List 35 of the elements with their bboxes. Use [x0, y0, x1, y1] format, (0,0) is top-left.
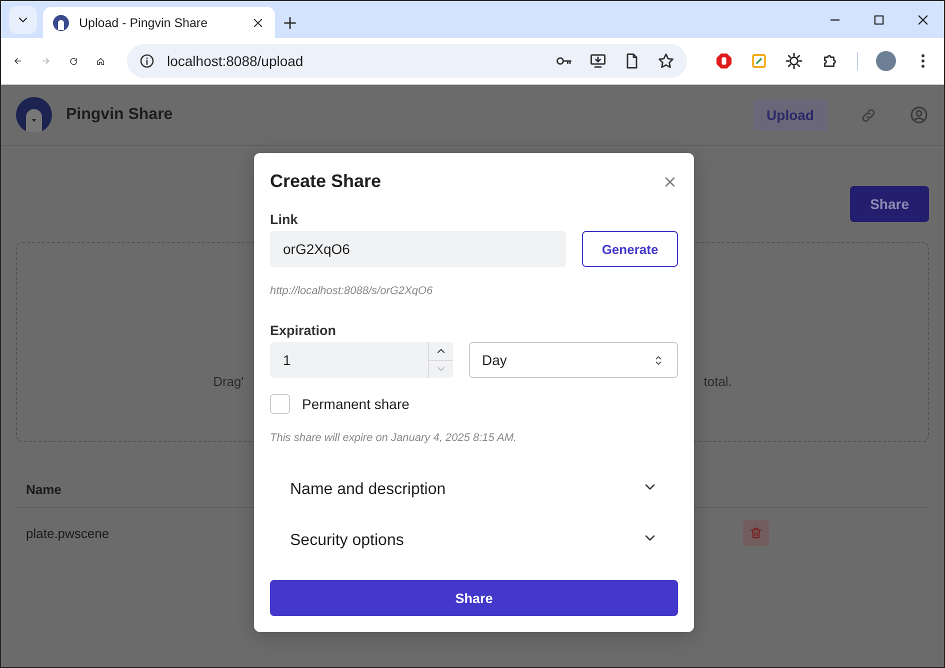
- plus-icon[interactable]: [281, 14, 299, 32]
- trash-icon: [749, 526, 763, 540]
- dialog-title: Create Share: [270, 171, 382, 192]
- expiration-number-field[interactable]: 1: [270, 342, 453, 378]
- submit-share-button[interactable]: Share: [270, 580, 678, 616]
- app-name: Pingvin Share: [66, 106, 174, 124]
- close-icon[interactable]: [916, 12, 930, 26]
- profile-avatar[interactable]: [876, 51, 896, 71]
- maximize-icon[interactable]: [872, 12, 886, 26]
- dropzone-text: Drag': [213, 374, 244, 388]
- penguin-logo: [16, 97, 52, 133]
- checkbox-label: Permanent share: [302, 396, 410, 412]
- star-icon[interactable]: [657, 52, 675, 70]
- url-text: localhost:8088/upload: [167, 53, 304, 69]
- link-input-field[interactable]: orG2XqO6: [270, 231, 566, 267]
- share-button[interactable]: Share: [850, 186, 929, 222]
- share-url-text: http://localhost:8088/s/orG2XqO6: [270, 285, 434, 297]
- generate-button[interactable]: Generate: [582, 231, 678, 267]
- accordion-header[interactable]: Security options: [270, 515, 678, 566]
- penguin-icon: [53, 14, 69, 30]
- monitor-download-icon[interactable]: [589, 52, 607, 70]
- expiry-note: This share will expire on January 4, 2025 8:15 AM.: [270, 432, 518, 444]
- expiration-unit-select[interactable]: Day: [469, 342, 678, 378]
- file-name: plate.pwscene: [26, 526, 110, 540]
- field-label: Link: [270, 212, 299, 227]
- tab-title: Upload - Pingvin Share: [79, 16, 209, 30]
- checkbox[interactable]: [270, 394, 290, 414]
- browser-tab[interactable]: Upload - Pingvin Share: [43, 7, 275, 38]
- field-label: Expiration: [270, 323, 338, 338]
- dropzone-text: total.: [704, 374, 732, 388]
- address-bar[interactable]: localhost:8088/upload: [127, 44, 687, 78]
- sun-gear-icon[interactable]: [785, 52, 803, 70]
- info-icon[interactable]: [139, 53, 155, 69]
- stop-hand-icon[interactable]: [715, 52, 733, 70]
- puzzle-icon[interactable]: [821, 52, 839, 70]
